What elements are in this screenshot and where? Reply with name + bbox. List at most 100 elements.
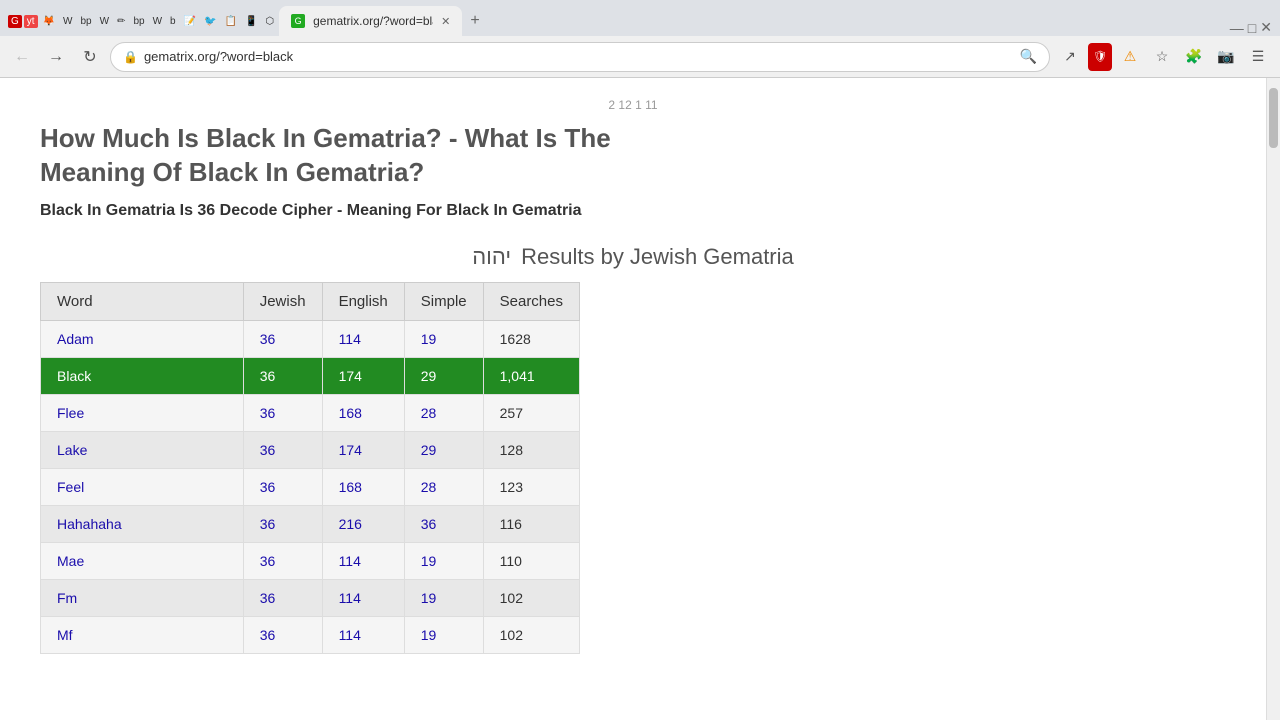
active-tab[interactable]: G gematrix.org/?word=black ✕	[279, 6, 462, 36]
english-link[interactable]: 174	[339, 368, 362, 384]
jewish-link[interactable]: 36	[260, 479, 276, 495]
jewish-link[interactable]: 36	[260, 553, 276, 569]
english-link[interactable]: 216	[339, 516, 362, 532]
menu-button[interactable]: ☰	[1244, 43, 1272, 71]
cell-word: Black	[41, 357, 244, 394]
simple-link[interactable]: 29	[421, 442, 437, 458]
cell-english: 114	[322, 542, 404, 579]
jewish-link[interactable]: 36	[260, 331, 276, 347]
bookmark-star-button[interactable]: ☆	[1148, 43, 1176, 71]
cell-simple: 19	[404, 579, 483, 616]
cell-simple: 19	[404, 616, 483, 653]
cell-searches: 1628	[483, 320, 579, 357]
word-link[interactable]: Feel	[57, 479, 84, 495]
english-link[interactable]: 174	[339, 442, 362, 458]
english-link[interactable]: 168	[339, 479, 362, 495]
cell-english: 216	[322, 505, 404, 542]
cell-english: 174	[322, 431, 404, 468]
word-link[interactable]: Lake	[57, 442, 87, 458]
table-row: Adam 36 114 19 1628	[41, 320, 580, 357]
cell-word: Flee	[41, 394, 244, 431]
simple-link[interactable]: 36	[421, 516, 437, 532]
word-link[interactable]: Mae	[57, 553, 84, 569]
simple-link[interactable]: 19	[421, 627, 437, 643]
jewish-link[interactable]: 36	[260, 442, 276, 458]
word-link[interactable]: Fm	[57, 590, 77, 606]
jewish-link[interactable]: 36	[260, 516, 276, 532]
english-link[interactable]: 168	[339, 405, 362, 421]
cell-simple: 19	[404, 542, 483, 579]
cell-jewish: 36	[243, 542, 322, 579]
share-button[interactable]: ↗	[1056, 43, 1084, 71]
simple-link[interactable]: 19	[421, 331, 437, 347]
warning-button[interactable]: ⚠	[1116, 43, 1144, 71]
col-header-simple: Simple	[404, 282, 483, 320]
cell-word: Hahahaha	[41, 505, 244, 542]
cell-jewish: 36	[243, 357, 322, 394]
cell-searches: 1,041	[483, 357, 579, 394]
table-row: Black 36 174 29 1,041	[41, 357, 580, 394]
english-link[interactable]: 114	[339, 590, 361, 606]
page-subtitle: Black In Gematria Is 36 Decode Cipher - …	[40, 202, 640, 220]
table-row: Mf3611419102	[41, 616, 580, 653]
reload-button[interactable]: ↻	[76, 43, 104, 71]
cell-english: 114	[322, 616, 404, 653]
word-link[interactable]: Hahahaha	[57, 516, 122, 532]
table-section-header: יהוה Results by Jewish Gematria	[40, 244, 1226, 270]
search-icon[interactable]: 🔍	[1020, 48, 1037, 65]
results-table: Word Jewish English Simple Searches Adam…	[40, 282, 580, 654]
english-link[interactable]: 114	[339, 331, 361, 347]
page-heading: How Much Is Black In Gematria? - What Is…	[40, 122, 640, 190]
cell-searches: 116	[483, 505, 579, 542]
cell-jewish: 36	[243, 505, 322, 542]
address-bar[interactable]: 🔒 gematrix.org/?word=black 🔍	[110, 42, 1050, 72]
cell-english: 174	[322, 357, 404, 394]
tab-label: gematrix.org/?word=black	[313, 14, 433, 28]
cell-english: 168	[322, 468, 404, 505]
jewish-link[interactable]: 36	[260, 627, 276, 643]
toolbar: ← → ↻ 🔒 gematrix.org/?word=black 🔍 ↗ 🛡 ⚠…	[0, 36, 1280, 78]
english-link[interactable]: 114	[339, 553, 361, 569]
simple-link[interactable]: 29	[421, 368, 437, 384]
shield-button[interactable]: 🛡	[1088, 43, 1112, 71]
screenshot-button[interactable]: 📷	[1212, 43, 1240, 71]
jewish-link[interactable]: 36	[260, 368, 276, 384]
cell-word: Mf	[41, 616, 244, 653]
cell-simple: 19	[404, 320, 483, 357]
english-link[interactable]: 114	[339, 627, 361, 643]
table-row: Hahahaha 36 216 36 116	[41, 505, 580, 542]
simple-link[interactable]: 19	[421, 590, 437, 606]
jewish-link[interactable]: 36	[260, 405, 276, 421]
security-icon: 🔒	[123, 50, 138, 64]
word-link[interactable]: Black	[57, 368, 91, 384]
back-button[interactable]: ←	[8, 43, 36, 71]
simple-link[interactable]: 19	[421, 553, 437, 569]
word-link[interactable]: Adam	[57, 331, 94, 347]
extensions-button[interactable]: 🧩	[1180, 43, 1208, 71]
table-header-row: Word Jewish English Simple Searches	[41, 282, 580, 320]
forward-button[interactable]: →	[42, 43, 70, 71]
tab-bar: G yt 🦊 W bp W ✏ bp W b 📝 🐦 📋 📱 ⬡ G gemat…	[0, 0, 1280, 36]
cell-jewish: 36	[243, 616, 322, 653]
cell-searches: 102	[483, 579, 579, 616]
simple-link[interactable]: 28	[421, 405, 437, 421]
table-row: Fm 36 114 19 102	[41, 579, 580, 616]
jewish-link[interactable]: 36	[260, 590, 276, 606]
cell-simple: 28	[404, 468, 483, 505]
scrollbar[interactable]	[1266, 78, 1280, 720]
cell-jewish: 36	[243, 431, 322, 468]
col-header-searches: Searches	[483, 282, 579, 320]
word-link[interactable]: Flee	[57, 405, 84, 421]
simple-link[interactable]: 28	[421, 479, 437, 495]
partial-header: 2 12 1 11	[40, 98, 1226, 112]
col-header-word: Word	[41, 282, 244, 320]
scrollbar-thumb[interactable]	[1269, 88, 1278, 148]
col-header-english: English	[322, 282, 404, 320]
toolbar-icons: ↗ 🛡 ⚠ ☆ 🧩 📷 ☰	[1056, 43, 1272, 71]
table-row: Feel3616828123	[41, 468, 580, 505]
main-content-area: 2 12 1 11 How Much Is Black In Gematria?…	[0, 78, 1266, 720]
word-link[interactable]: Mf	[57, 627, 73, 643]
cell-simple: 29	[404, 357, 483, 394]
tab-close-button[interactable]: ✕	[441, 15, 450, 28]
table-row: Flee3616828257	[41, 394, 580, 431]
